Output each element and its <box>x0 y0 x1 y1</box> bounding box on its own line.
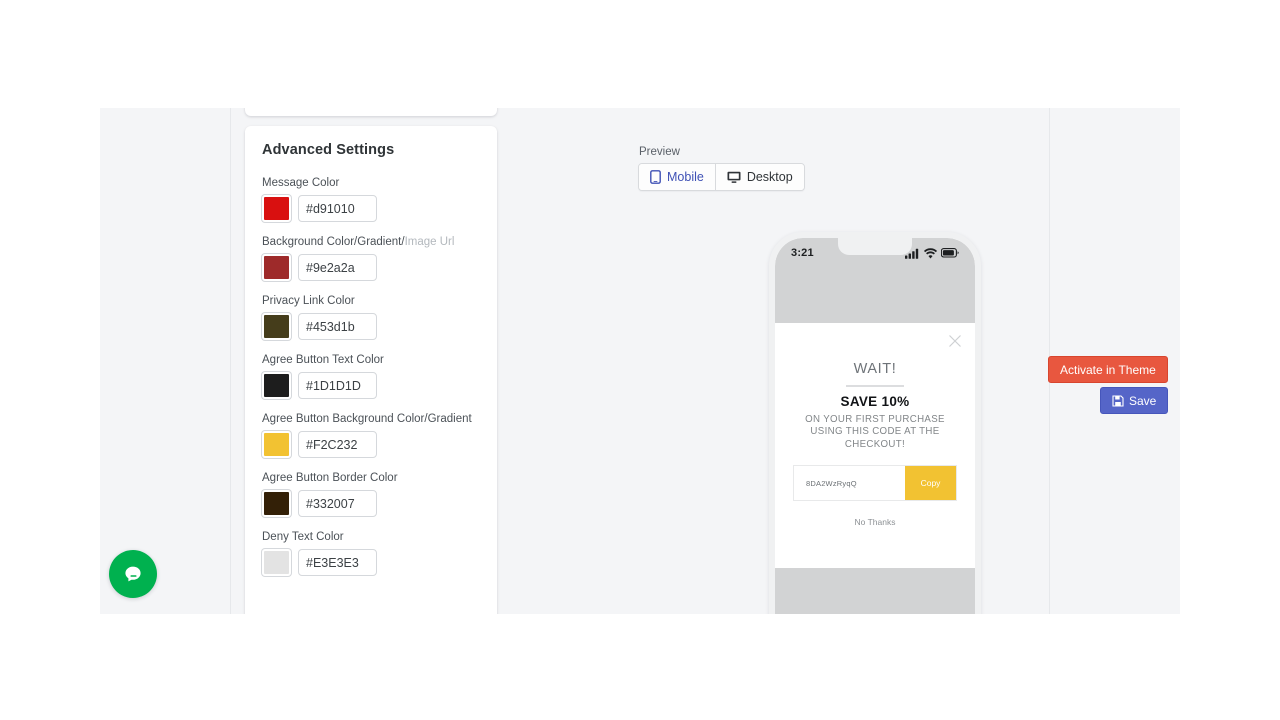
color-swatch[interactable] <box>262 313 291 340</box>
activate-in-theme-button[interactable]: Activate in Theme <box>1048 356 1168 383</box>
mobile-phone-icon <box>650 170 661 184</box>
save-button-label: Save <box>1129 393 1157 408</box>
wifi-icon <box>924 247 937 258</box>
popup-subtext: ON YOUR FIRST PURCHASE USING THIS CODE A… <box>805 413 945 450</box>
field-agree-button-border-color: Agree Button Border Color <box>262 471 482 517</box>
field-label: Agree Button Text Color <box>262 353 482 367</box>
coupon-row: 8DA2WzRyqQ Copy <box>793 465 957 501</box>
phone-screen: 3:21 WAIT! SAVE 10% ON YOUR FIRST PURCHA… <box>775 238 975 614</box>
hex-input[interactable] <box>298 549 377 576</box>
settings-fields-list: Message Color Background Color/Gradient/… <box>262 176 482 589</box>
cellular-signal-icon <box>905 248 919 259</box>
field-label: Deny Text Color <box>262 530 482 544</box>
tab-desktop-label: Desktop <box>746 170 793 184</box>
preview-label: Preview <box>639 146 680 158</box>
left-panel <box>100 108 231 614</box>
field-label: Agree Button Border Color <box>262 471 482 485</box>
hex-input[interactable] <box>298 254 377 281</box>
field-label-text: Agree Button Border Color <box>262 472 398 484</box>
field-privacy-link-color: Privacy Link Color <box>262 294 482 340</box>
color-swatch[interactable] <box>262 490 291 517</box>
field-label: Privacy Link Color <box>262 294 482 308</box>
color-swatch[interactable] <box>262 254 291 281</box>
battery-icon <box>941 248 959 258</box>
deny-link[interactable]: No Thanks <box>793 517 957 527</box>
field-label-text: Agree Button Background Color/Gradient <box>262 413 472 425</box>
field-label: Background Color/Gradient/Image Url <box>262 235 482 249</box>
popup-offer: SAVE 10% <box>840 393 910 409</box>
status-time: 3:21 <box>791 247 814 259</box>
chat-widget-button[interactable] <box>109 550 157 598</box>
mobile-preview-frame: 3:21 WAIT! SAVE 10% ON YOUR FIRST PURCHA… <box>769 232 981 614</box>
page-title: Advanced Settings <box>262 142 395 158</box>
app-viewport: Advanced Settings Message Color Backgrou… <box>100 108 1180 614</box>
field-label-hint: Image Url <box>404 236 455 248</box>
color-swatch[interactable] <box>262 195 291 222</box>
color-swatch[interactable] <box>262 549 291 576</box>
hex-input[interactable] <box>298 195 377 222</box>
field-message-color: Message Color <box>262 176 482 222</box>
field-label-text: Agree Button Text Color <box>262 354 384 366</box>
field-label-text: Deny Text Color <box>262 531 344 543</box>
field-label-text: Privacy Link Color <box>262 295 355 307</box>
field-agree-button-background-color: Agree Button Background Color/Gradient <box>262 412 482 458</box>
discount-popup: WAIT! SAVE 10% ON YOUR FIRST PURCHASE US… <box>775 323 975 568</box>
hex-input[interactable] <box>298 372 377 399</box>
close-icon[interactable] <box>948 334 962 348</box>
preview-device-toggle: Mobile Desktop <box>638 163 805 191</box>
popup-divider <box>846 385 904 387</box>
phone-status-bar: 3:21 <box>775 238 975 268</box>
save-button[interactable]: Save <box>1100 387 1169 414</box>
center-panel: Advanced Settings Message Color Backgrou… <box>231 108 1049 614</box>
hex-input[interactable] <box>298 313 377 340</box>
floppy-disk-icon <box>1112 394 1124 407</box>
field-background-color: Background Color/Gradient/Image Url <box>262 235 482 281</box>
app-root: Advanced Settings Message Color Backgrou… <box>0 0 1280 720</box>
color-swatch[interactable] <box>262 372 291 399</box>
field-agree-button-text-color: Agree Button Text Color <box>262 353 482 399</box>
advanced-settings-card: Advanced Settings Message Color Backgrou… <box>245 126 497 614</box>
field-label-text: Background Color/Gradient/ <box>262 236 405 248</box>
hex-input[interactable] <box>298 431 377 458</box>
hex-input[interactable] <box>298 490 377 517</box>
field-label-text: Message Color <box>262 177 340 189</box>
field-label: Agree Button Background Color/Gradient <box>262 412 482 426</box>
status-icons <box>905 247 959 259</box>
tab-mobile[interactable]: Mobile <box>639 164 715 190</box>
field-label: Message Color <box>262 176 482 190</box>
chat-bubble-icon <box>125 566 141 582</box>
desktop-monitor-icon <box>727 171 741 183</box>
previous-settings-card <box>245 108 497 116</box>
copy-coupon-button[interactable]: Copy <box>905 466 956 500</box>
field-deny-text-color: Deny Text Color <box>262 530 482 576</box>
popup-heading: WAIT! <box>853 361 897 377</box>
tab-mobile-label: Mobile <box>667 170 704 184</box>
tab-desktop[interactable]: Desktop <box>714 164 804 190</box>
color-swatch[interactable] <box>262 431 291 458</box>
coupon-code: 8DA2WzRyqQ <box>794 466 905 500</box>
